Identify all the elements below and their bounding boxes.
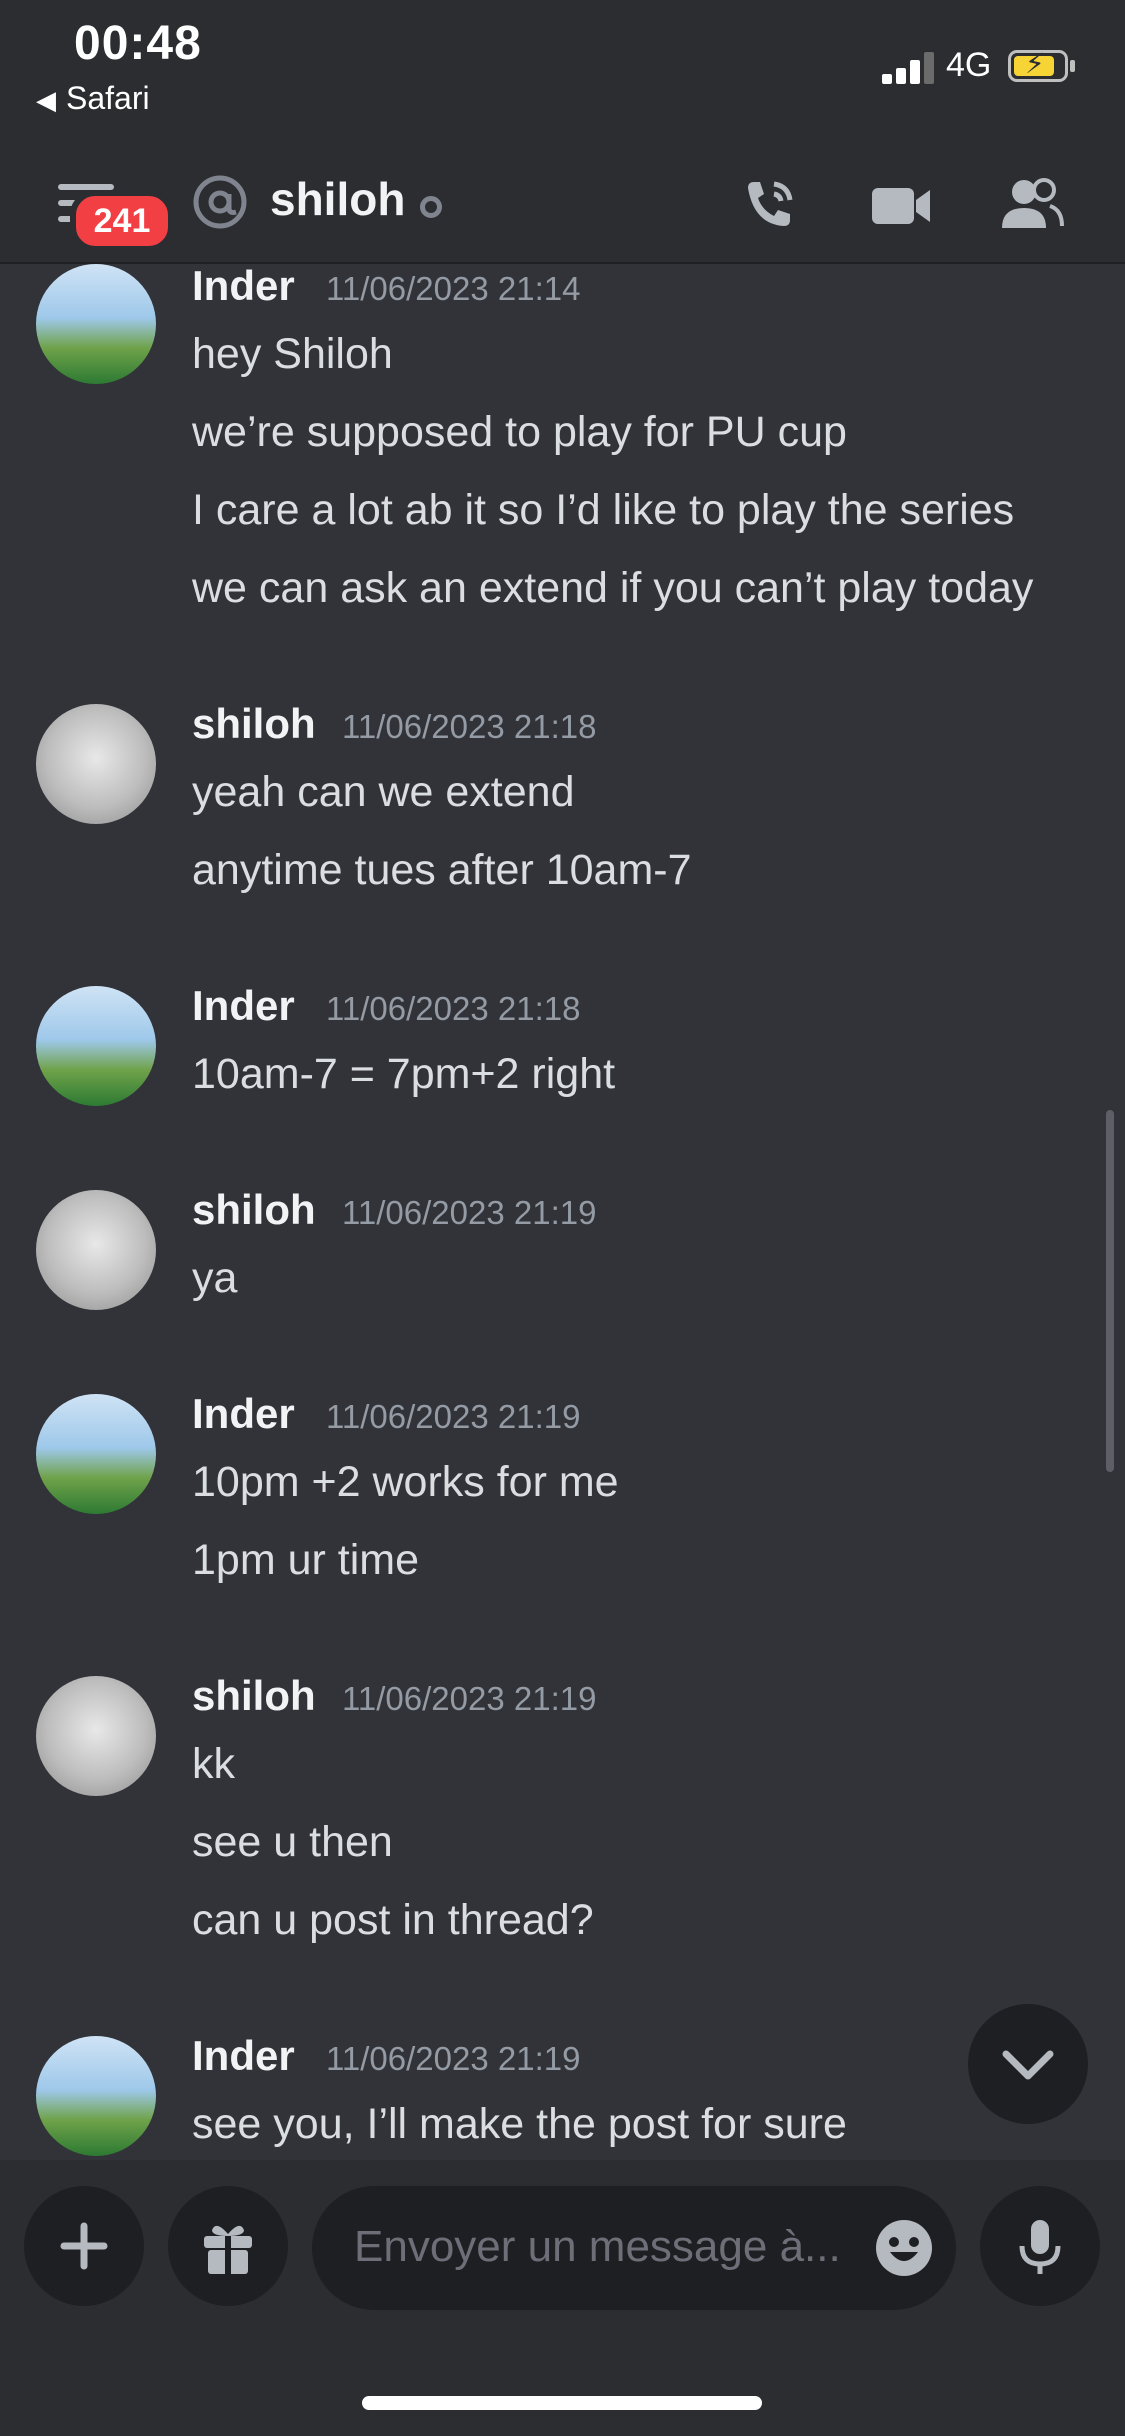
avatar-inder[interactable] (36, 986, 156, 1106)
message-line: we’re supposed to play for PU cup (192, 408, 847, 456)
battery-icon: ⚡ (1008, 48, 1068, 82)
message-line: kk (192, 1740, 235, 1788)
message-input[interactable]: Envoyer un message à... (312, 2186, 956, 2310)
message-input-placeholder: Envoyer un message à... (354, 2222, 841, 2271)
message-line: we can ask an extend if you can’t play t… (192, 564, 1034, 612)
channel-name[interactable]: shiloh (270, 172, 405, 226)
message-author[interactable]: shiloh (192, 1672, 316, 1720)
message-timestamp: 11/06/2023 21:19 (326, 1398, 581, 1435)
avatar-inder[interactable] (36, 264, 156, 384)
phone-call-icon[interactable] (734, 170, 804, 240)
back-app-label: Safari (66, 80, 150, 116)
message-list[interactable]: Inder 11/06/2023 21:14 hey Shiloh we’re … (0, 262, 1125, 2160)
message-line: I care a lot ab it so I’d like to play t… (192, 486, 1015, 534)
message-timestamp: 11/06/2023 21:19 (326, 2040, 581, 2077)
message-line: hey Shiloh (192, 330, 393, 378)
message-author[interactable]: shiloh (192, 1186, 316, 1234)
avatar-inder[interactable] (36, 1394, 156, 1514)
status-bar: 00:48 ◀ Safari 4G ⚡ (0, 0, 1125, 150)
message-timestamp: 11/06/2023 21:18 (342, 708, 597, 745)
avatar-shiloh[interactable] (36, 704, 156, 824)
battery-cap (1070, 60, 1075, 72)
message-line: see you, I’ll make the post for sure (192, 2100, 847, 2148)
message-line: 10pm +2 works for me (192, 1458, 619, 1506)
members-icon[interactable] (996, 170, 1066, 240)
avatar-shiloh[interactable] (36, 1676, 156, 1796)
back-to-app-link[interactable]: ◀ Safari (36, 80, 150, 117)
message-line: see u then (192, 1818, 393, 1866)
offline-status-icon (420, 196, 442, 218)
message-author[interactable]: Inder (192, 1390, 295, 1438)
gift-icon (204, 2225, 252, 2276)
message-composer: Envoyer un message à... (0, 2160, 1125, 2436)
avatar-inder[interactable] (36, 2036, 156, 2156)
message-line: anytime tues after 10am-7 (192, 846, 692, 894)
voice-message-button[interactable] (980, 2186, 1100, 2306)
message-author[interactable]: Inder (192, 2032, 295, 2080)
message-author[interactable]: shiloh (192, 700, 316, 748)
message-line: yeah can we extend (192, 768, 575, 816)
add-attachment-button[interactable] (24, 2186, 144, 2306)
message-timestamp: 11/06/2023 21:14 (326, 270, 581, 307)
scrollbar[interactable] (1106, 1110, 1114, 1472)
at-icon (193, 175, 247, 229)
plus-icon (60, 2222, 108, 2270)
message-line: can u post in thread? (192, 1896, 594, 1944)
message-author[interactable]: Inder (192, 982, 295, 1030)
message-timestamp: 11/06/2023 21:18 (326, 990, 581, 1027)
message-timestamp: 11/06/2023 21:19 (342, 1194, 597, 1231)
emoji-icon[interactable] (872, 2216, 936, 2280)
signal-icon (882, 52, 934, 84)
message-line: 10am-7 = 7pm+2 right (192, 1050, 616, 1098)
jump-to-present-button[interactable] (968, 2004, 1088, 2124)
gift-button[interactable] (168, 2186, 288, 2306)
back-triangle-icon: ◀ (36, 85, 56, 115)
message-author[interactable]: Inder (192, 262, 295, 310)
microphone-icon (1019, 2220, 1061, 2274)
message-line: ya (192, 1254, 238, 1302)
unread-badge: 241 (70, 190, 174, 252)
network-label: 4G (946, 46, 992, 84)
message-line: 1pm ur time (192, 1536, 420, 1584)
chevron-down-icon (1002, 2050, 1054, 2080)
clock: 00:48 (74, 17, 202, 70)
home-indicator[interactable] (362, 2396, 762, 2410)
avatar-shiloh[interactable] (36, 1190, 156, 1310)
video-camera-icon[interactable] (866, 170, 936, 240)
message-timestamp: 11/06/2023 21:19 (342, 1680, 597, 1717)
